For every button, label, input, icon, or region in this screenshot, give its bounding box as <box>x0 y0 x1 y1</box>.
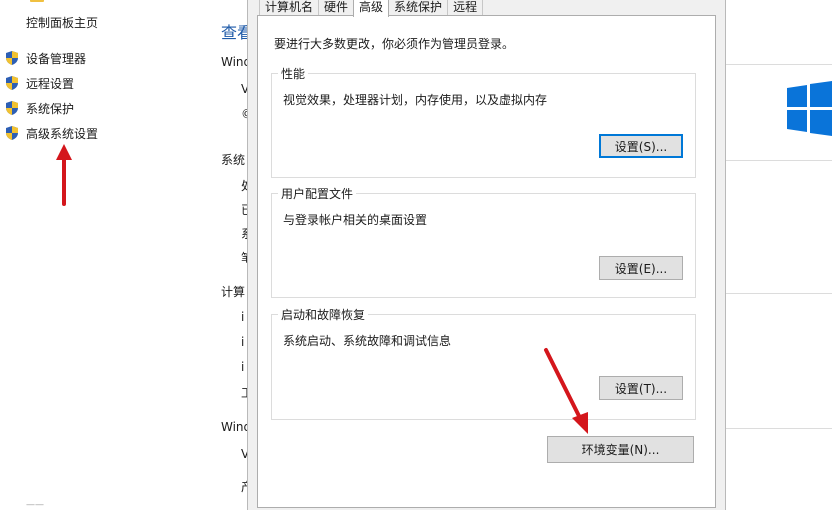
divider <box>724 293 832 294</box>
tab-remote[interactable]: 远程 <box>447 0 484 15</box>
sidebar-item-system-protection[interactable]: 系统保护 <box>4 98 74 118</box>
sidebar-item-cutoff: —— <box>26 500 44 508</box>
divider <box>724 160 832 161</box>
user-profiles-group: 用户配置文件 与登录帐户相关的桌面设置 设置(E)... <box>271 185 696 298</box>
control-panel-home-link[interactable]: 控制面板主页 <box>26 14 98 31</box>
group-title: 启动和故障恢复 <box>278 306 369 323</box>
admin-note: 要进行大多数更改，你必须作为管理员登录。 <box>274 37 515 51</box>
section-heading: 系统 <box>221 153 246 167</box>
shield-icon <box>6 76 18 90</box>
tab-system-protection[interactable]: 系统保护 <box>388 0 449 15</box>
tab-hardware[interactable]: 硬件 <box>318 0 355 15</box>
performance-group: 性能 视觉效果，处理器计划，内存使用，以及虚拟内存 设置(S)... <box>271 65 696 178</box>
shield-icon <box>6 101 18 115</box>
divider <box>724 64 832 65</box>
performance-settings-button[interactable]: 设置(S)... <box>599 134 683 158</box>
environment-variables-button[interactable]: 环境变量(N)... <box>547 436 694 463</box>
sidebar-item-device-manager[interactable]: 设备管理器 <box>4 48 86 68</box>
windows-logo-icon <box>787 81 832 136</box>
group-description: 系统启动、系统故障和调试信息 <box>283 334 452 348</box>
annotation-arrow-icon <box>56 144 72 206</box>
shield-icon <box>6 51 18 65</box>
sidebar-item-remote-settings[interactable]: 远程设置 <box>4 73 74 93</box>
sidebar-item-label: 系统保护 <box>26 101 75 116</box>
section-heading: 计算 <box>221 285 246 299</box>
annotation-arrow-icon <box>544 348 588 434</box>
group-title: 性能 <box>278 65 309 82</box>
group-title: 用户配置文件 <box>278 185 357 202</box>
system-properties-dialog: 计算机名 硬件 高级 系统保护 远程 要进行大多数更改，你必须作为管理员登录。 … <box>247 0 726 510</box>
startup-recovery-group: 启动和故障恢复 系统启动、系统故障和调试信息 设置(T)... <box>271 306 696 420</box>
sidebar-item-label: 设备管理器 <box>26 51 87 66</box>
tab-computer-name[interactable]: 计算机名 <box>259 0 320 15</box>
shield-icon <box>6 126 18 140</box>
tab-strip: 计算机名 硬件 高级 系统保护 远程 <box>259 0 484 17</box>
sidebar-item-label: 高级系统设置 <box>26 126 99 141</box>
user-profiles-settings-button[interactable]: 设置(E)... <box>599 256 683 280</box>
sidebar-item-advanced-system-settings[interactable]: 高级系统设置 <box>4 123 98 143</box>
startup-recovery-settings-button[interactable]: 设置(T)... <box>599 376 683 400</box>
folder-icon <box>30 0 44 2</box>
section-heading: Wind <box>221 55 247 69</box>
divider <box>724 428 832 429</box>
section-heading: Wind <box>221 420 247 434</box>
group-description: 与登录帐户相关的桌面设置 <box>283 213 428 227</box>
sidebar-item-label: 远程设置 <box>26 76 75 91</box>
group-description: 视觉效果，处理器计划，内存使用，以及虚拟内存 <box>283 93 548 107</box>
tab-advanced[interactable]: 高级 <box>353 0 390 17</box>
advanced-tab-page: 要进行大多数更改，你必须作为管理员登录。 性能 视觉效果，处理器计划，内存使用，… <box>257 15 716 508</box>
